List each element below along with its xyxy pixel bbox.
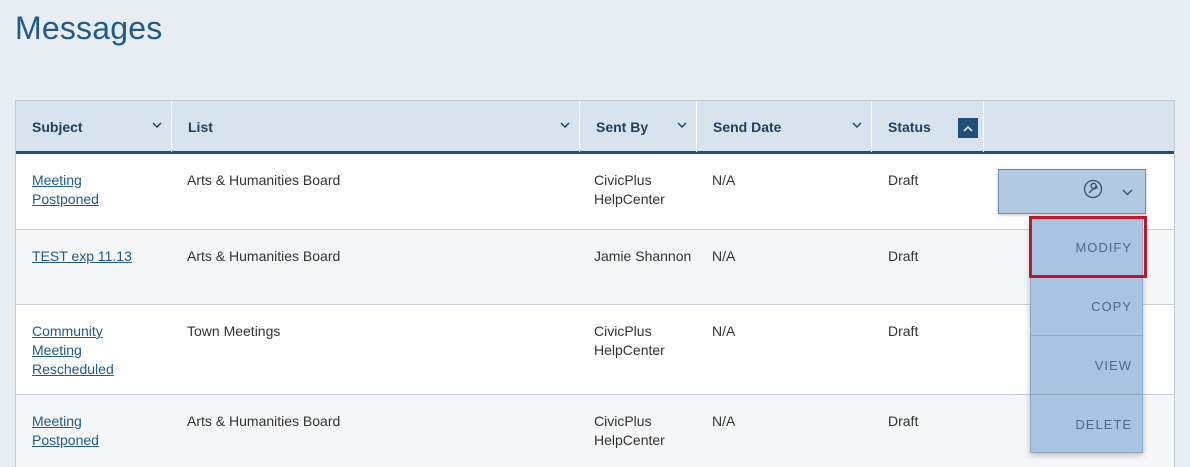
chevron-down-icon[interactable]	[151, 119, 163, 131]
sent-by-cell: CivicPlus HelpCenter	[594, 323, 665, 358]
sent-by-cell: CivicPlus HelpCenter	[594, 172, 665, 207]
row-actions-menu: MODIFY COPY VIEW DELETE	[1030, 217, 1143, 453]
send-date-cell: N/A	[712, 172, 736, 188]
chevron-down-icon[interactable]	[676, 119, 688, 131]
table-row: Meeting Postponed Arts & Humanities Boar…	[16, 395, 1174, 467]
row-actions-button[interactable]	[998, 169, 1146, 214]
chevron-down-icon	[1122, 183, 1133, 201]
page-title: Messages	[15, 10, 163, 46]
message-subject-link[interactable]: Meeting Postponed	[32, 413, 99, 448]
menu-item-copy[interactable]: COPY	[1031, 277, 1142, 336]
send-date-cell: N/A	[712, 323, 736, 339]
column-header-label: Send Date	[713, 118, 782, 135]
column-header-label: Subject	[32, 118, 83, 135]
message-subject-link[interactable]: Community Meeting Rescheduled	[32, 323, 114, 377]
column-header-list[interactable]: List	[172, 101, 580, 152]
status-cell: Draft	[888, 323, 919, 339]
column-header-subject[interactable]: Subject	[16, 101, 172, 152]
column-header-label: Sent By	[596, 118, 649, 135]
table-header: Subject List Sent By Send Date Status	[16, 100, 1174, 154]
messages-table: Subject List Sent By Send Date Status Me…	[15, 100, 1175, 467]
wrench-icon	[1082, 178, 1104, 205]
column-header-sent-by[interactable]: Sent By	[580, 101, 697, 152]
chevron-up-icon	[963, 125, 973, 131]
column-header-send-date[interactable]: Send Date	[697, 101, 872, 152]
send-date-cell: N/A	[712, 413, 736, 429]
status-cell: Draft	[888, 172, 919, 188]
status-cell: Draft	[888, 413, 919, 429]
sent-by-cell: CivicPlus HelpCenter	[594, 413, 665, 448]
chevron-down-icon[interactable]	[851, 119, 863, 131]
menu-item-modify[interactable]: MODIFY	[1031, 218, 1142, 277]
table-row: Community Meeting Rescheduled Town Meeti…	[16, 305, 1174, 395]
message-subject-link[interactable]: Meeting Postponed	[32, 172, 99, 207]
list-cell: Arts & Humanities Board	[187, 248, 341, 264]
list-cell: Arts & Humanities Board	[187, 413, 341, 429]
table-row: TEST exp 11.13 Arts & Humanities Board J…	[16, 230, 1174, 305]
sent-by-cell: Jamie Shannon	[594, 248, 692, 264]
menu-item-delete[interactable]: DELETE	[1031, 395, 1142, 454]
status-cell: Draft	[888, 248, 919, 264]
menu-item-view[interactable]: VIEW	[1031, 336, 1142, 395]
list-cell: Town Meetings	[187, 323, 281, 339]
list-cell: Arts & Humanities Board	[187, 172, 341, 188]
chevron-down-icon[interactable]	[559, 119, 571, 131]
column-header-label: Status	[888, 118, 931, 135]
message-subject-link[interactable]: TEST exp 11.13	[32, 248, 132, 264]
send-date-cell: N/A	[712, 248, 736, 264]
sort-ascending-button[interactable]	[958, 118, 978, 138]
column-header-label: List	[188, 118, 213, 135]
